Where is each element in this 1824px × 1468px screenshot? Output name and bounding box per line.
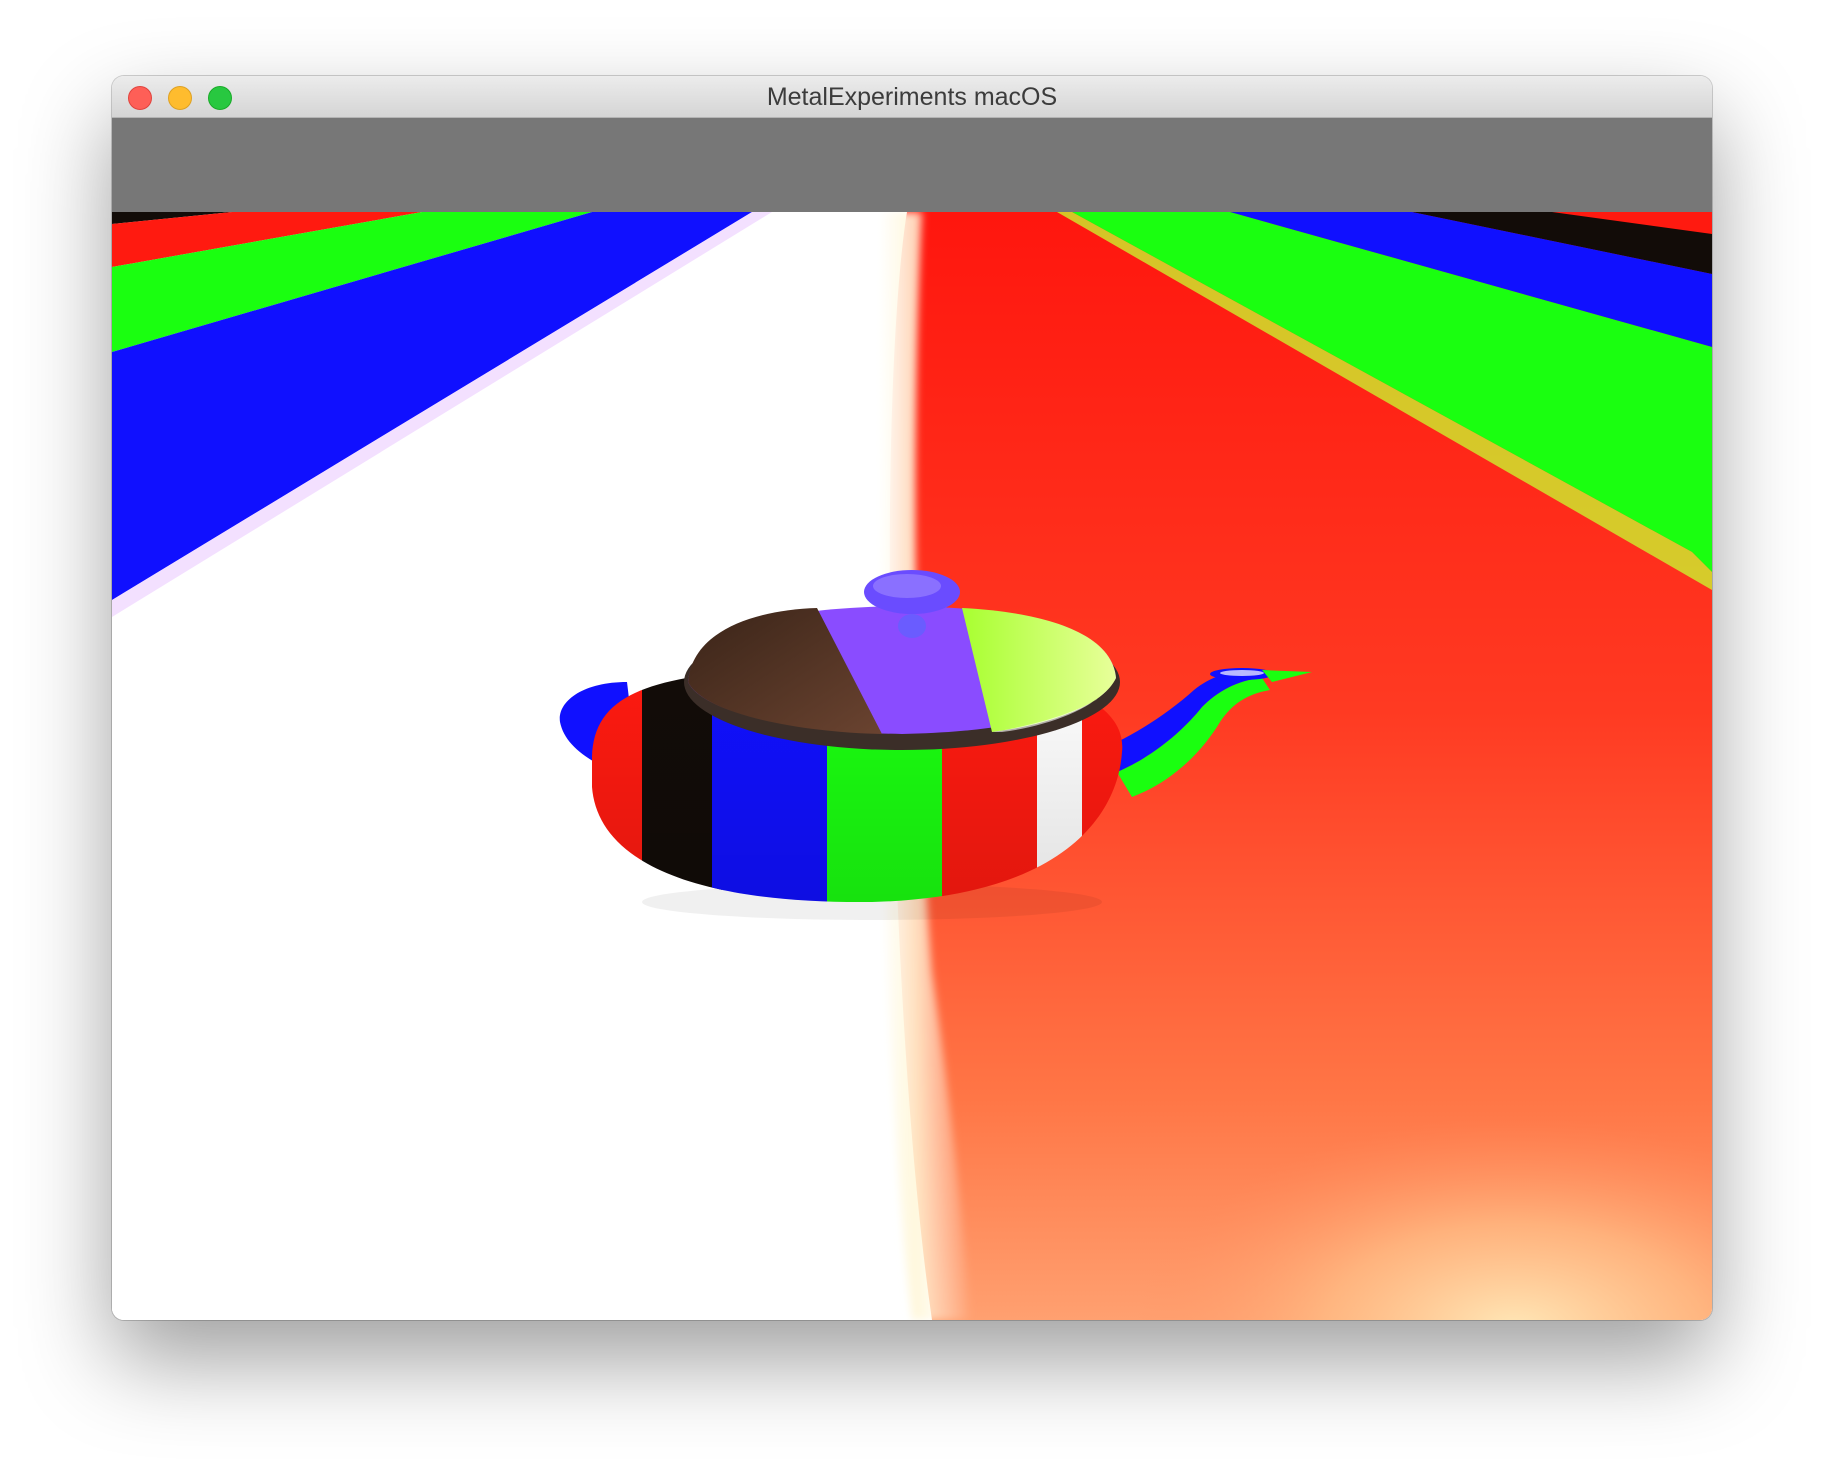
scene-canvas — [112, 212, 1712, 1320]
teapot-knob-stem — [898, 614, 926, 638]
title-bar[interactable]: MetalExperiments macOS — [112, 76, 1712, 118]
toolbar-area — [112, 118, 1712, 212]
app-window: MetalExperiments macOS — [112, 76, 1712, 1320]
window-title: MetalExperiments macOS — [766, 83, 1058, 111]
metal-render-view[interactable] — [112, 212, 1712, 1320]
